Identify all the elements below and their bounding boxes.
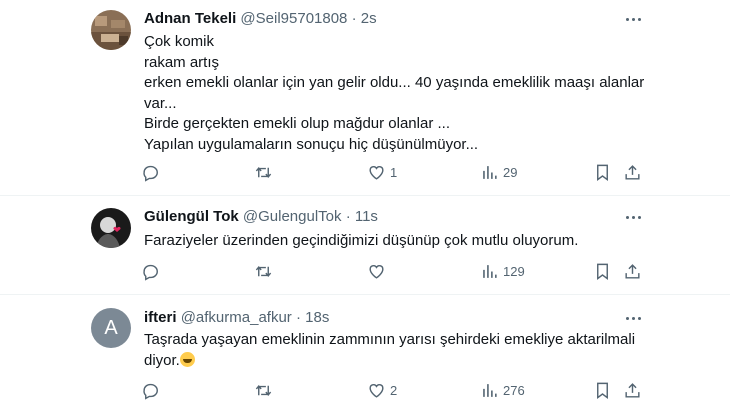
views-count: 276 [503, 382, 525, 398]
tweet-text-line: Yapılan uygulamaların sonuçu hiç düşünül… [144, 135, 479, 153]
tweet[interactable]: Adnan Tekeli @Seil95701808 · 2s Çok komi… [0, 0, 730, 195]
tweet-header: Adnan Tekeli @Seil95701808 · 2s [144, 10, 377, 27]
share-icon [625, 382, 640, 398]
views-button[interactable]: 276 [480, 379, 525, 401]
views-icon [483, 264, 497, 278]
tweet-text-line: diyor. [144, 351, 635, 372]
timestamp[interactable]: 18s [305, 309, 329, 326]
share-button[interactable] [623, 161, 642, 183]
bookmark-icon [597, 382, 608, 399]
user-handle[interactable]: @GulengulTok [243, 208, 342, 225]
views-button[interactable]: 29 [480, 161, 517, 183]
separator-dot: · [295, 309, 301, 326]
separator-dot: · [345, 208, 351, 225]
tweet[interactable]: A ifteri @afkurma_afkur · 18s Taşrada ya… [0, 295, 730, 420]
reply-icon [143, 383, 158, 400]
heart-icon [369, 264, 384, 279]
retweet-icon [255, 384, 272, 396]
bookmark-icon [597, 164, 608, 181]
heart-icon [369, 383, 384, 398]
bookmark-icon [597, 263, 608, 280]
like-count: 1 [390, 164, 398, 180]
reply-button[interactable] [141, 379, 164, 401]
tweet-actions: 129 [141, 260, 641, 282]
bookmark-button[interactable] [593, 379, 612, 401]
tweet-text-line: Birde gerçekten emekli olup mağdur olanl… [144, 115, 450, 132]
separator-dot: · [351, 10, 357, 27]
like-button[interactable]: 2 [367, 379, 397, 401]
views-icon [483, 383, 497, 397]
tweet-text-line: Taşrada yaşayan emeklinin zammının yarıs… [144, 331, 636, 348]
tweet[interactable]: Gülengül Tok @GulengulTok · 11s Faraziye… [0, 196, 730, 294]
user-handle[interactable]: @afkurma_afkur [181, 309, 292, 326]
tweet-text-line: var... [144, 94, 177, 112]
retweet-button[interactable] [254, 161, 277, 183]
avatar[interactable]: A [91, 308, 131, 348]
more-icon[interactable] [623, 207, 643, 227]
tweet-text-fragment: diyor. [144, 351, 180, 369]
like-button[interactable] [367, 260, 390, 282]
tweet-text-line: Faraziyeler üzerinden geçindiğimizi düşü… [144, 232, 579, 249]
reply-button[interactable] [141, 161, 164, 183]
reply-icon [143, 264, 158, 281]
display-name[interactable]: Gülengül Tok [144, 208, 239, 225]
views-icon [483, 165, 497, 179]
views-count: 29 [503, 164, 518, 180]
reply-icon [143, 165, 158, 182]
tweet-actions: 1 29 [141, 161, 641, 183]
heart-icon [369, 165, 384, 180]
display-name[interactable]: Adnan Tekeli [144, 10, 236, 27]
timestamp[interactable]: 2s [361, 10, 377, 27]
share-icon [625, 263, 640, 279]
timestamp[interactable]: 11s [355, 208, 378, 225]
tweet-text: Çok komik rakam artış erken emekli olanl… [144, 32, 644, 155]
tweet-header: Gülengül Tok @GulengulTok · 11s [144, 208, 378, 225]
tweet-header: ifteri @afkurma_afkur · 18s [144, 309, 329, 326]
retweet-button[interactable] [254, 379, 277, 401]
display-name[interactable]: ifteri [144, 309, 177, 326]
share-icon [625, 164, 640, 180]
tweet-text-line: erken emekli olanlar için yan gelir oldu… [144, 74, 645, 91]
views-count: 129 [503, 263, 525, 279]
bookmark-button[interactable] [593, 260, 612, 282]
more-icon[interactable] [623, 9, 643, 29]
avatar-letter: A [104, 316, 118, 339]
tweet-text-line: rakam artış [144, 53, 220, 71]
retweet-button[interactable] [254, 260, 277, 282]
tweet-text-line: Çok komik [144, 33, 215, 50]
more-icon[interactable] [623, 308, 643, 328]
tweet-actions: 2 276 [141, 379, 641, 401]
user-handle[interactable]: @Seil95701808 [240, 10, 347, 27]
tweet-text: Taşrada yaşayan emeklinin zammının yarıs… [144, 330, 635, 371]
reply-button[interactable] [141, 260, 164, 282]
grinning-face-emoji [179, 351, 195, 367]
retweet-icon [255, 265, 272, 277]
like-button[interactable]: 1 [367, 161, 397, 183]
tweet-text: Faraziyeler üzerinden geçindiğimizi düşü… [144, 231, 578, 252]
share-button[interactable] [623, 260, 642, 282]
retweet-icon [255, 166, 272, 178]
like-count: 2 [390, 382, 398, 398]
share-button[interactable] [623, 379, 642, 401]
bookmark-button[interactable] [593, 161, 612, 183]
avatar[interactable] [91, 208, 131, 248]
views-button[interactable]: 129 [480, 260, 525, 282]
avatar[interactable] [91, 10, 131, 50]
